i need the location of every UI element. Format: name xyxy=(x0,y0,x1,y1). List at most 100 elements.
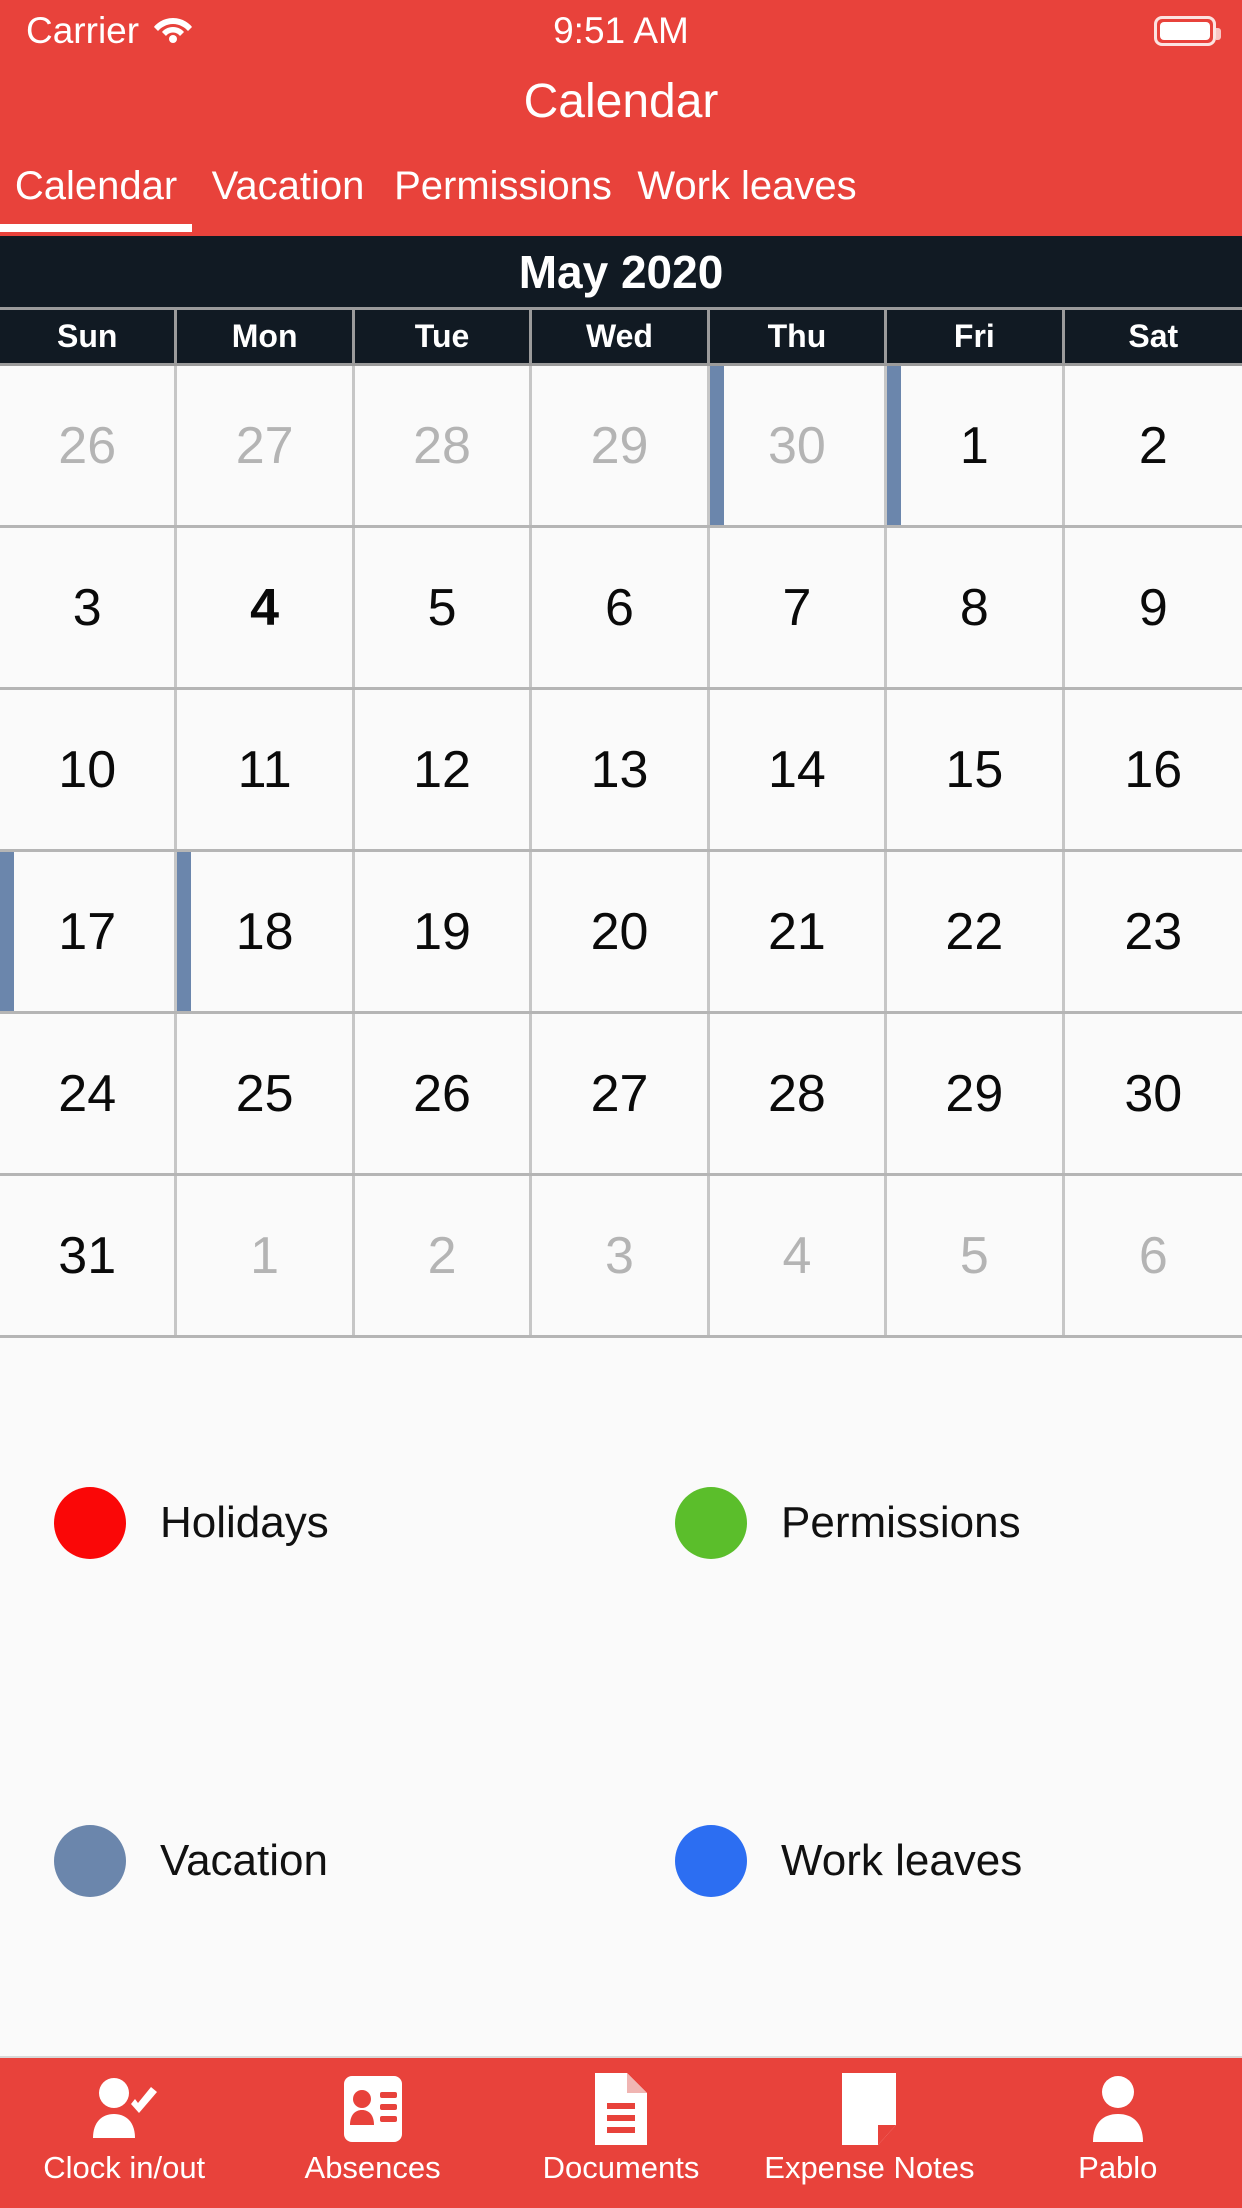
day-number: 3 xyxy=(72,578,102,637)
calendar-day-cell[interactable]: 2 xyxy=(1064,366,1242,525)
nav-item-clock-in-out[interactable]: Clock in/out xyxy=(0,2058,248,2208)
calendar-day-cell[interactable]: 19 xyxy=(354,852,533,1011)
calendar-day-cell[interactable]: 17 xyxy=(0,852,178,1011)
day-number: 7 xyxy=(782,578,812,637)
day-number: 24 xyxy=(58,1064,117,1123)
calendar-day-cell[interactable]: 28 xyxy=(354,366,533,525)
legend-color-dot xyxy=(675,1825,747,1897)
calendar-day-cell[interactable]: 16 xyxy=(1064,690,1242,849)
day-number: 1 xyxy=(250,1226,280,1285)
calendar-day-cell[interactable]: 27 xyxy=(177,366,355,525)
day-number: 3 xyxy=(605,1226,634,1285)
day-number: 15 xyxy=(945,740,1004,799)
day-number: 2 xyxy=(1138,416,1168,475)
day-number: 4 xyxy=(782,1226,812,1285)
calendar-day-cell[interactable]: 30 xyxy=(709,366,888,525)
day-number: 22 xyxy=(945,902,1004,961)
day-number: 28 xyxy=(768,1064,826,1123)
calendar-day-cell[interactable]: 31 xyxy=(0,1176,178,1335)
calendar-day-cell[interactable]: 28 xyxy=(709,1014,888,1173)
person-avatar-icon xyxy=(1087,2072,1149,2146)
calendar-day-cell[interactable]: 27 xyxy=(532,1014,710,1173)
calendar-day-cell[interactable]: 11 xyxy=(177,690,355,849)
legend-color-dot xyxy=(54,1825,126,1897)
day-number: 5 xyxy=(427,578,457,637)
day-number: 14 xyxy=(768,740,826,799)
nav-item-documents[interactable]: Documents xyxy=(497,2058,745,2208)
calendar-day-cell[interactable]: 26 xyxy=(0,366,178,525)
calendar-day-cell[interactable]: 12 xyxy=(354,690,533,849)
calendar-day-cell[interactable]: 1 xyxy=(887,366,1065,525)
nav-label-expense-notes: Expense Notes xyxy=(764,2150,975,2185)
tab-work-leaves[interactable]: Work leaves xyxy=(622,140,872,232)
weekday-header-row: Sun Mon Tue Wed Thu Fri Sat xyxy=(0,310,1242,366)
day-number: 30 xyxy=(768,416,826,475)
calendar-day-cell[interactable]: 4 xyxy=(177,528,355,687)
calendar-grid: 26 27 28 29 30 1 2 3 4 5 6 7 8 9 10 11 12 13 14 15 16 17 18 19 2… xyxy=(0,366,1242,1338)
calendar-day-cell[interactable]: 7 xyxy=(709,528,888,687)
legend-label: Permissions xyxy=(781,1498,1021,1547)
calendar-day-cell[interactable]: 3 xyxy=(532,1176,710,1335)
calendar-day-cell[interactable]: 26 xyxy=(354,1014,533,1173)
tab-calendar[interactable]: Calendar xyxy=(0,140,192,232)
calendar-day-cell[interactable]: 5 xyxy=(887,1176,1065,1335)
calendar-day-cell[interactable]: 5 xyxy=(354,528,533,687)
document-lines-icon xyxy=(591,2072,651,2146)
day-number: 23 xyxy=(1124,902,1183,961)
nav-label-clock-in-out: Clock in/out xyxy=(43,2150,206,2185)
calendar-day-cell[interactable]: 8 xyxy=(887,528,1065,687)
calendar-day-cell[interactable]: 9 xyxy=(1064,528,1242,687)
calendar-day-cell[interactable]: 18 xyxy=(177,852,355,1011)
day-number: 29 xyxy=(945,1064,1004,1123)
calendar-day-cell[interactable]: 15 xyxy=(887,690,1065,849)
page-title: Calendar xyxy=(523,74,719,128)
day-number: 2 xyxy=(427,1226,457,1285)
status-bar-right xyxy=(1154,16,1221,46)
calendar-day-cell[interactable]: 23 xyxy=(1064,852,1242,1011)
tab-permissions-label: Permissions xyxy=(394,163,612,208)
nav-label-pablo: Pablo xyxy=(1078,2150,1158,2185)
nav-item-pablo[interactable]: Pablo xyxy=(994,2058,1242,2208)
day-number: 12 xyxy=(413,740,471,799)
nav-item-absences[interactable]: Absences xyxy=(248,2058,496,2208)
calendar-day-cell[interactable]: 25 xyxy=(177,1014,355,1173)
calendar-day-cell[interactable]: 6 xyxy=(532,528,710,687)
day-number: 11 xyxy=(237,740,292,799)
calendar-day-cell[interactable]: 24 xyxy=(0,1014,178,1173)
tab-permissions[interactable]: Permissions xyxy=(384,140,622,232)
calendar-day-cell[interactable]: 13 xyxy=(532,690,710,849)
calendar-day-cell[interactable]: 20 xyxy=(532,852,710,1011)
day-number: 21 xyxy=(768,902,826,961)
nav-item-expense-notes[interactable]: Expense Notes xyxy=(745,2058,993,2208)
tab-vacation[interactable]: Vacation xyxy=(192,140,384,232)
legend-label: Work leaves xyxy=(781,1836,1023,1885)
day-number: 13 xyxy=(590,740,649,799)
calendar-day-cell[interactable]: 21 xyxy=(709,852,888,1011)
carrier-label: Carrier xyxy=(26,10,140,51)
day-number: 25 xyxy=(235,1064,294,1123)
calendar-day-cell[interactable]: 29 xyxy=(532,366,710,525)
calendar-day-cell[interactable]: 1 xyxy=(177,1176,355,1335)
legend-color-dot xyxy=(675,1487,747,1559)
calendar-day-cell[interactable]: 30 xyxy=(1064,1014,1242,1173)
wifi-icon xyxy=(153,14,193,49)
day-number: 27 xyxy=(590,1064,649,1123)
calendar-day-cell[interactable]: 14 xyxy=(709,690,888,849)
legend-label: Holidays xyxy=(160,1498,329,1547)
calendar-day-cell[interactable]: 6 xyxy=(1064,1176,1242,1335)
calendar-day-cell[interactable]: 29 xyxy=(887,1014,1065,1173)
vacation-marker xyxy=(177,852,192,1011)
calendar-day-cell[interactable]: 4 xyxy=(709,1176,888,1335)
calendar-day-cell[interactable]: 10 xyxy=(0,690,178,849)
day-number: 5 xyxy=(959,1226,989,1285)
calendar-widget: May 2020 Sun Mon Tue Wed Thu Fri Sat 26 2… xyxy=(0,236,1242,1338)
app-screen: Carrier 9:51 AM Calendar Calendar Vacati… xyxy=(0,0,1242,2208)
calendar-day-cell[interactable]: 22 xyxy=(887,852,1065,1011)
calendar-day-cell[interactable]: 2 xyxy=(354,1176,533,1335)
app-header: Carrier 9:51 AM Calendar Calendar Vacati… xyxy=(0,0,1242,236)
calendar-day-cell[interactable]: 3 xyxy=(0,528,178,687)
vacation-marker xyxy=(0,852,14,1011)
weekday-wed: Wed xyxy=(532,310,710,363)
person-check-icon xyxy=(87,2072,161,2146)
month-header[interactable]: May 2020 xyxy=(0,236,1242,310)
